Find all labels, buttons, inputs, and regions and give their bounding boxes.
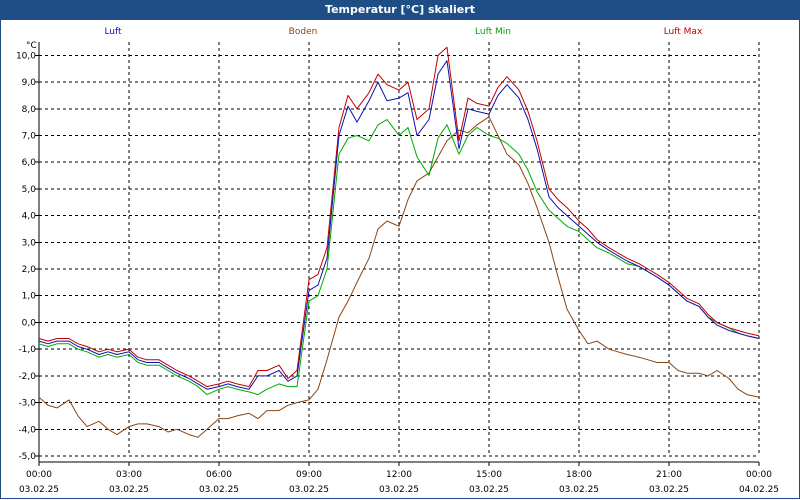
x-tick-time: 09:00 (296, 470, 322, 480)
x-tick-labels: 00:00 03.02.25 03:00 03.02.25 06:00 03.02.25 0… (19, 470, 779, 495)
legend-item: Luft (104, 27, 122, 37)
y-tick-label: 9,0 (22, 78, 37, 88)
y-tick-label: -5,0 (18, 452, 36, 462)
y-tick-label: 5,0 (22, 185, 37, 195)
x-tick-date: 03.02.25 (649, 485, 689, 495)
temperature-chart: Luft Boden Luft Min Luft Max °C 10,0 9,0 8,0 7… (16, 27, 779, 495)
x-tick-time: 03:00 (116, 470, 142, 480)
y-tick-label: 2,0 (22, 265, 37, 275)
grid (38, 42, 760, 457)
y-tick-label: -4,0 (18, 425, 36, 435)
y-tick-label: 6,0 (22, 158, 37, 168)
x-tick-time: 12:00 (386, 470, 412, 480)
x-tick-time: 00:00 (26, 470, 52, 480)
y-tick-label: 4,0 (22, 212, 37, 222)
y-tick-label: 3,0 (22, 238, 37, 248)
legend-item: Boden (289, 27, 318, 37)
x-tick-time: 18:00 (566, 470, 592, 480)
y-tick-label: -3,0 (18, 399, 36, 409)
x-tick-date: 03.02.25 (199, 485, 239, 495)
y-axis-unit-label: °C (26, 41, 37, 51)
x-tick-date: 03.02.25 (109, 485, 149, 495)
x-tick-date: 03.02.25 (19, 485, 59, 495)
y-tick-label: 10,0 (16, 51, 36, 61)
y-tick-label: 8,0 (22, 105, 37, 115)
x-tick-time: 00:00 (746, 470, 772, 480)
x-tick-date: 03.02.25 (469, 485, 509, 495)
y-tick-label: -1,0 (18, 345, 36, 355)
y-tick-label: 7,0 (22, 131, 37, 141)
y-tick-label: 1,0 (22, 292, 37, 302)
legend-item: Luft Min (475, 27, 511, 37)
x-tick-time: 06:00 (206, 470, 232, 480)
legend: Luft Boden Luft Min Luft Max (104, 27, 703, 37)
y-tick-label: -2,0 (18, 372, 36, 382)
legend-item: Luft Max (664, 27, 703, 37)
x-tick-date: 03.02.25 (379, 485, 419, 495)
x-tick-time: 15:00 (476, 470, 502, 480)
x-tick-time: 21:00 (656, 470, 682, 480)
series-line-luft-min (38, 119, 760, 396)
y-tick-label: 0,0 (22, 318, 37, 328)
x-tick-date: 03.02.25 (289, 485, 329, 495)
x-tick-date: 03.02.25 (559, 485, 599, 495)
x-tick-date: 04.02.25 (739, 485, 779, 495)
y-tick-labels: 10,0 9,0 8,0 7,0 6,0 5,0 4,0 3,0 2,0 1,0 0,0 -1,0 -2… (16, 51, 36, 462)
